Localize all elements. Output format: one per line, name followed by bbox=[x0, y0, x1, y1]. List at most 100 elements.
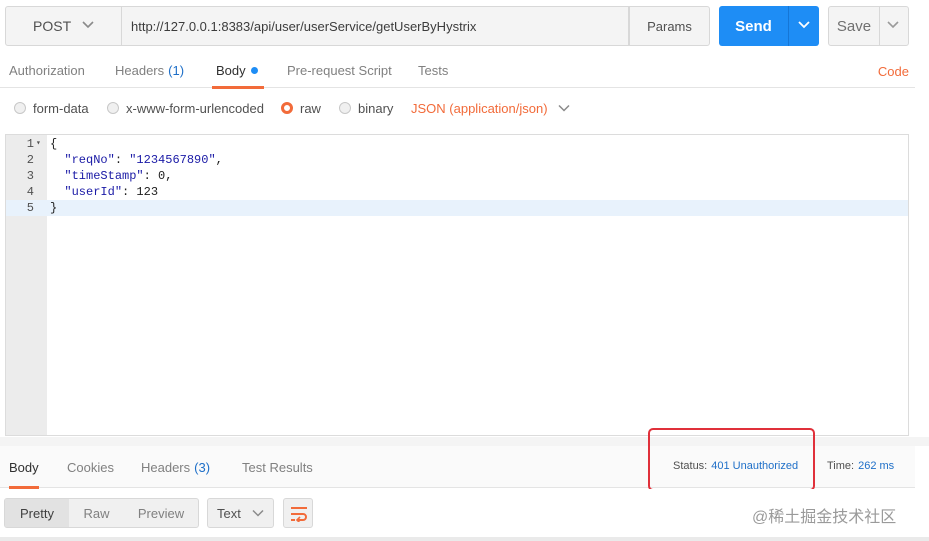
radio-circle-icon bbox=[107, 102, 119, 114]
tab-tests[interactable]: Tests bbox=[418, 52, 448, 88]
wrap-lines-button[interactable] bbox=[283, 498, 313, 528]
params-label: Params bbox=[647, 18, 692, 34]
preview-label: Preview bbox=[137, 505, 185, 521]
radio-circle-icon bbox=[339, 102, 351, 114]
tab-tests-label: Tests bbox=[418, 62, 449, 78]
tab-authorization-label: Authorization bbox=[9, 62, 85, 78]
format-label: Text bbox=[217, 505, 241, 521]
save-divider bbox=[879, 7, 880, 45]
save-options-chevron-icon[interactable] bbox=[887, 20, 899, 30]
watermark: @稀土掘金技术社区 bbox=[752, 509, 897, 526]
line-code: } bbox=[50, 201, 58, 215]
postman-window: POST http://127.0.0.1:8383/api/user/user… bbox=[0, 0, 929, 541]
json-sep: : bbox=[143, 169, 159, 183]
tab-response-headers-label: Headers bbox=[141, 459, 191, 475]
preview-button[interactable]: Preview bbox=[124, 499, 198, 527]
editor-line: 4 "userId": 123 bbox=[6, 184, 908, 200]
radio-urlencoded[interactable]: x-www-form-urlencoded bbox=[107, 90, 264, 126]
line-code: "reqNo": "1234567890", bbox=[50, 152, 223, 168]
tab-headers[interactable]: Headers (1) bbox=[115, 52, 184, 88]
method-label: POST bbox=[33, 18, 72, 34]
json-sep: : bbox=[122, 185, 137, 199]
tab-body-label: Body bbox=[216, 62, 246, 78]
line-code: "userId": 123 bbox=[50, 184, 158, 200]
tab-prerequest-label: Pre-request Script bbox=[287, 62, 392, 78]
body-modified-dot-icon bbox=[250, 66, 258, 74]
chevron-down-icon bbox=[558, 104, 570, 112]
send-button[interactable]: Send bbox=[719, 6, 819, 46]
bottom-strip bbox=[0, 537, 929, 541]
raw-button[interactable]: Raw bbox=[69, 499, 124, 527]
response-toolbar: Pretty Raw Preview Text @稀土掘金技术社区 bbox=[0, 489, 929, 541]
params-button[interactable]: Params bbox=[629, 6, 710, 46]
save-label: Save bbox=[836, 17, 872, 35]
line-code: { bbox=[50, 137, 58, 151]
request-tabs: Authorization Headers (1) Body Pre-reque… bbox=[0, 52, 915, 89]
tab-cookies[interactable]: Cookies bbox=[67, 446, 114, 488]
editor-line: 3 "timeStamp": 0, bbox=[6, 168, 908, 184]
annotation-highlight-box bbox=[648, 428, 815, 491]
pretty-button[interactable]: Pretty bbox=[5, 499, 69, 527]
tab-response-headers-count: (3) bbox=[194, 459, 211, 475]
wrap-lines-icon bbox=[291, 507, 307, 522]
time-label: Time: bbox=[827, 460, 855, 472]
tab-body[interactable]: Body bbox=[212, 52, 264, 89]
json-key: "reqNo" bbox=[64, 153, 115, 167]
editor-line: 2 "reqNo": "1234567890", bbox=[6, 152, 908, 168]
json-tail: , bbox=[165, 169, 173, 183]
line-number: 3 bbox=[26, 169, 34, 183]
raw-label: Raw bbox=[83, 505, 110, 521]
code-link[interactable]: Code bbox=[878, 64, 909, 79]
url-text: http://127.0.0.1:8383/api/user/userServi… bbox=[131, 18, 477, 34]
fold-arrow-icon[interactable]: ▾ bbox=[36, 136, 41, 152]
line-code: "timeStamp": 0, bbox=[50, 168, 172, 184]
radio-selected-icon bbox=[281, 102, 293, 114]
content-type-select[interactable]: JSON (application/json) bbox=[411, 90, 570, 126]
line-number: 2 bbox=[26, 153, 34, 167]
tab-test-results[interactable]: Test Results bbox=[242, 446, 313, 488]
tab-response-body-label: Body bbox=[9, 459, 39, 475]
line-number: 5 bbox=[26, 201, 34, 215]
radio-circle-icon bbox=[14, 102, 26, 114]
tab-test-results-label: Test Results bbox=[242, 459, 313, 475]
json-sep: : bbox=[114, 153, 130, 167]
tab-headers-count: (1) bbox=[168, 62, 185, 78]
line-number: 1 bbox=[26, 137, 34, 151]
request-bar: POST http://127.0.0.1:8383/api/user/user… bbox=[5, 6, 909, 46]
tab-response-body[interactable]: Body bbox=[9, 446, 39, 489]
radio-raw[interactable]: raw bbox=[281, 90, 321, 126]
response-view-mode-group: Pretty Raw Preview bbox=[4, 498, 199, 528]
response-format-select[interactable]: Text bbox=[207, 498, 274, 528]
editor-line-active: 5 } bbox=[6, 200, 908, 216]
content-type-label: JSON (application/json) bbox=[411, 100, 548, 116]
json-value: 123 bbox=[136, 185, 159, 199]
body-editor[interactable]: 1 ▾ { 2 "reqNo": "1234567890", 3 "timeSt… bbox=[5, 134, 909, 436]
send-options-chevron-icon[interactable] bbox=[798, 20, 810, 30]
tab-cookies-label: Cookies bbox=[67, 459, 114, 475]
time-value[interactable]: 262 ms bbox=[858, 460, 894, 472]
radio-binary-label: binary bbox=[358, 100, 394, 116]
editor-line: 1 ▾ { bbox=[6, 136, 908, 152]
radio-form-data[interactable]: form-data bbox=[14, 90, 89, 126]
radio-form-data-label: form-data bbox=[33, 100, 89, 116]
json-tail: , bbox=[215, 153, 223, 167]
send-divider bbox=[788, 6, 789, 46]
json-key: "timeStamp" bbox=[64, 169, 144, 183]
radio-raw-label: raw bbox=[300, 100, 321, 116]
save-button[interactable]: Save bbox=[828, 6, 909, 46]
send-label: Send bbox=[735, 17, 772, 35]
radio-binary[interactable]: binary bbox=[339, 90, 393, 126]
tab-prerequest-script[interactable]: Pre-request Script bbox=[287, 52, 392, 88]
chevron-down-icon bbox=[252, 509, 264, 517]
method-select[interactable]: POST bbox=[5, 6, 122, 46]
tab-response-headers[interactable]: Headers (3) bbox=[141, 446, 210, 488]
response-time: Time: 262 ms bbox=[827, 460, 894, 472]
body-type-options: form-data x-www-form-urlencoded raw bina… bbox=[0, 90, 915, 128]
json-value: "1234567890" bbox=[129, 153, 216, 167]
radio-urlencoded-label: x-www-form-urlencoded bbox=[126, 100, 264, 116]
tab-authorization[interactable]: Authorization bbox=[9, 52, 85, 88]
json-key: "userId" bbox=[64, 185, 123, 199]
tab-headers-label: Headers bbox=[115, 62, 165, 78]
url-input[interactable]: http://127.0.0.1:8383/api/user/userServi… bbox=[122, 6, 629, 46]
chevron-down-icon bbox=[82, 21, 94, 29]
